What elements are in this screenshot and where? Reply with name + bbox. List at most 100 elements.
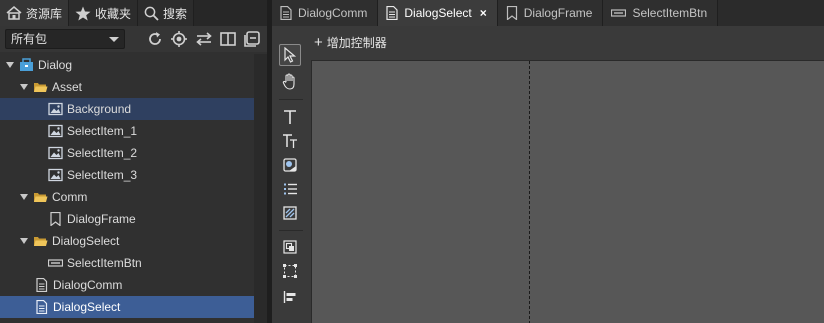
- rich-text-tool[interactable]: [279, 130, 301, 152]
- text-icon: [284, 110, 296, 124]
- tree-item-selectitem-2[interactable]: SelectItem_2: [0, 142, 254, 164]
- tree-item-label: DialogSelect: [53, 300, 121, 314]
- list-tool[interactable]: [279, 178, 301, 200]
- package-filter-select[interactable]: 所有包: [5, 29, 125, 49]
- pan-tool[interactable]: [279, 70, 301, 92]
- tree-item-dialogselect[interactable]: DialogSelect: [0, 296, 254, 318]
- tree-item-comm[interactable]: Comm: [0, 186, 254, 208]
- tab-favorites[interactable]: 收藏夹: [69, 0, 139, 26]
- tab-library-label: 资源库: [26, 6, 63, 21]
- tree-item-label: SelectItem_1: [67, 124, 138, 138]
- tree-item-label: DialogFrame: [67, 212, 136, 226]
- refresh-icon[interactable]: [146, 30, 164, 48]
- folder-open-icon: [34, 193, 48, 202]
- pointer-icon: [284, 47, 297, 63]
- image-tool[interactable]: [279, 154, 301, 176]
- toolbox-divider: [279, 230, 303, 231]
- tree-item-dialogframe[interactable]: DialogFrame: [0, 208, 254, 230]
- search-icon: [144, 6, 159, 21]
- tree-item-label: DialogSelect: [52, 234, 120, 248]
- document-icon: [386, 6, 398, 20]
- center-guide-line: [529, 61, 530, 323]
- package-icon: [20, 58, 33, 71]
- tree-item-dialogcomm[interactable]: DialogComm: [0, 274, 254, 296]
- tab-favorites-label: 收藏夹: [95, 6, 132, 21]
- rich-text-icon: [283, 134, 297, 148]
- toolbox-divider: [279, 99, 303, 100]
- add-controller-label: 增加控制器: [326, 36, 387, 50]
- folder-open-icon: [34, 237, 48, 246]
- close-icon[interactable]: ×: [480, 6, 487, 20]
- plus-icon: +: [314, 33, 323, 51]
- tree-item-asset[interactable]: Asset: [0, 76, 254, 98]
- add-controller-button[interactable]: + 增加控制器: [314, 34, 387, 51]
- select-tool[interactable]: [279, 44, 301, 66]
- locate-icon[interactable]: [170, 30, 188, 48]
- stage-canvas[interactable]: [311, 60, 824, 323]
- split-view-icon[interactable]: [219, 30, 237, 48]
- tree-item-dialog[interactable]: Dialog: [0, 54, 254, 76]
- image-icon: [48, 124, 63, 138]
- bookmark-icon: [50, 212, 61, 226]
- document-tabs: DialogComm DialogSelect × DialogFrame Se…: [272, 0, 824, 26]
- expand-caret-icon[interactable]: [20, 194, 28, 200]
- group-tool[interactable]: [279, 236, 301, 258]
- image-icon: [48, 168, 63, 182]
- package-toolbar: 所有包: [0, 26, 267, 52]
- tree-item-selectitembtn[interactable]: SelectItemBtn: [0, 252, 254, 274]
- tree-item-dialogselect-folder[interactable]: DialogSelect: [0, 230, 254, 252]
- image-icon: [283, 158, 297, 172]
- button-icon: [48, 259, 63, 267]
- doc-tab-selectitembtn[interactable]: SelectItemBtn: [603, 0, 719, 26]
- home-icon: [6, 6, 22, 20]
- tab-search[interactable]: 搜索: [138, 0, 195, 26]
- vertical-toolbox: [272, 42, 310, 323]
- expand-caret-icon[interactable]: [20, 84, 28, 90]
- document-icon: [280, 6, 292, 20]
- library-panel: 资源库 收藏夹 搜索 所有包 Dialog Asset Background S…: [0, 0, 267, 323]
- tab-library[interactable]: 资源库: [0, 0, 70, 26]
- image-icon: [48, 102, 63, 116]
- tree-item-background[interactable]: Background: [0, 98, 254, 120]
- doc-tab-label: SelectItemBtn: [632, 6, 708, 20]
- doc-tab-label: DialogFrame: [523, 6, 593, 20]
- doc-tab-dialogframe[interactable]: DialogFrame: [497, 0, 604, 26]
- tab-search-label: 搜索: [163, 6, 188, 21]
- text-tool[interactable]: [279, 106, 301, 128]
- tree-item-selectitem-1[interactable]: SelectItem_1: [0, 120, 254, 142]
- tree-item-label: Background: [67, 102, 132, 116]
- doc-tab-dialogselect[interactable]: DialogSelect ×: [378, 0, 498, 26]
- folder-open-icon: [34, 83, 48, 92]
- align-tool[interactable]: [279, 286, 301, 308]
- package-filter-value: 所有包: [11, 32, 48, 46]
- document-icon: [36, 300, 48, 314]
- hand-icon: [282, 72, 295, 90]
- graph-tool[interactable]: [279, 202, 301, 224]
- list-icon: [283, 183, 297, 195]
- expand-caret-icon[interactable]: [6, 62, 14, 68]
- image-icon: [48, 146, 63, 160]
- tree-item-label: SelectItem_2: [67, 146, 138, 160]
- tree-scrollbar[interactable]: [254, 54, 267, 323]
- editor-toolbar: + 增加控制器: [272, 26, 824, 58]
- transform-icon: [283, 264, 297, 278]
- star-icon: [75, 6, 91, 20]
- collapse-icon[interactable]: [243, 30, 261, 48]
- doc-tab-label: DialogComm: [298, 6, 368, 20]
- align-icon: [283, 291, 296, 303]
- doc-tab-dialogcomm[interactable]: DialogComm: [272, 0, 379, 26]
- tree-item-label: Dialog: [38, 58, 73, 72]
- document-icon: [36, 278, 48, 292]
- tree-item-label: SelectItem_3: [67, 168, 138, 182]
- tree-item-label: DialogComm: [53, 278, 123, 292]
- graph-icon: [283, 206, 297, 220]
- tree-item-label: Asset: [52, 80, 83, 94]
- group-icon: [283, 240, 297, 254]
- swap-icon[interactable]: [195, 30, 213, 48]
- transform-tool[interactable]: [279, 260, 301, 282]
- doc-tab-label: DialogSelect: [404, 6, 472, 20]
- bookmark-icon: [506, 6, 517, 20]
- tree-item-label: SelectItemBtn: [67, 256, 142, 270]
- expand-caret-icon[interactable]: [20, 238, 28, 244]
- tree-item-selectitem-3[interactable]: SelectItem_3: [0, 164, 254, 186]
